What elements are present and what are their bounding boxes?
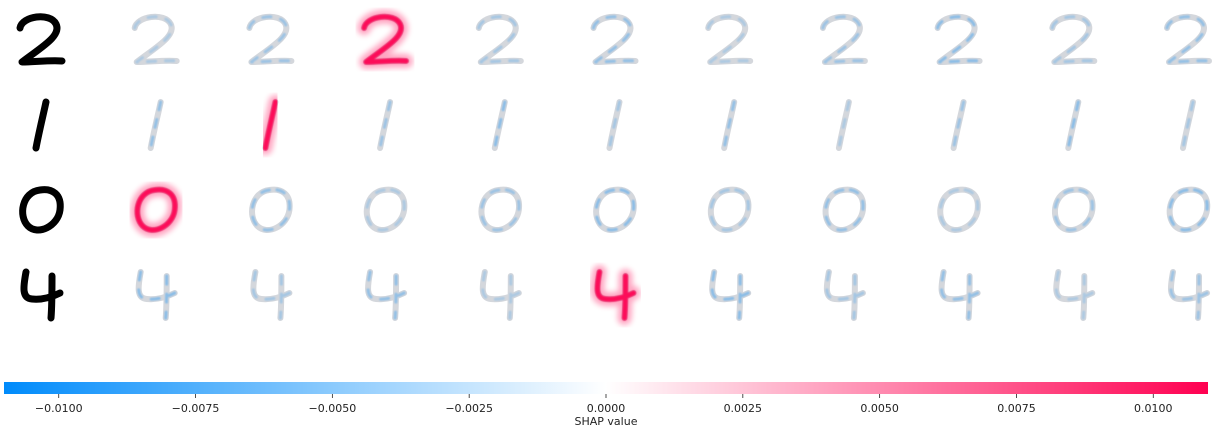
- image-grid: [16, 9, 1212, 325]
- shap-heatmap-cell: [365, 269, 408, 321]
- colorbar-axis-label: SHAP value: [575, 415, 638, 428]
- colorbar: −0.0100 −0.0075 −0.0050 −0.0025 0.0000 0.0025…: [4, 382, 1208, 428]
- shap-heatmap-cell: [246, 13, 295, 65]
- colorbar-tick-label: 0.0000: [587, 402, 626, 415]
- negative-attribution-stroke: [608, 100, 621, 150]
- negative-attribution-stroke: [378, 100, 392, 150]
- input-digit-stroke: [19, 186, 64, 234]
- shap-heatmap-cell: [1065, 99, 1082, 151]
- shap-heatmap-cell: [934, 13, 983, 65]
- negative-attribution-stroke: [837, 100, 851, 150]
- shap-heatmap-cell: [606, 99, 623, 151]
- input-digit-stroke: [20, 268, 64, 322]
- shap-heatmap-cell: [705, 13, 754, 65]
- shap-heatmap-cell: [938, 269, 981, 321]
- shap-heatmap-cell: [1049, 13, 1098, 65]
- input-digit-image: [16, 13, 66, 66]
- input-digit-image: [20, 268, 64, 322]
- shap-heatmap-cell: [823, 269, 866, 321]
- colorbar-tick-label: −0.0075: [172, 402, 220, 415]
- shap-heatmap-cell: [835, 99, 852, 151]
- shap-heatmap-cell: [250, 269, 293, 321]
- shap-heatmap-cell: [130, 182, 182, 237]
- shap-heatmap-cell: [707, 186, 752, 233]
- shap-heatmap-cell: [491, 99, 508, 151]
- shap-heatmap-cell: [593, 186, 637, 233]
- shap-heatmap-cell: [363, 186, 408, 233]
- colorbar-tick-label: 0.0025: [724, 402, 763, 415]
- shap-heatmap-cell: [249, 186, 293, 233]
- shap-image-plot: −0.0100 −0.0075 −0.0050 −0.0025 0.0000 0.0025…: [4, 9, 1212, 428]
- shap-heatmap-cell: [721, 99, 738, 151]
- negative-attribution-stroke: [493, 100, 507, 150]
- shap-heatmap-cell: [590, 13, 639, 65]
- colorbar-tick-label: −0.0025: [445, 402, 493, 415]
- shap-heatmap-cell: [1166, 186, 1211, 233]
- negative-attribution-stroke: [1181, 100, 1195, 150]
- shap-heatmap-cell: [135, 269, 178, 321]
- shap-heatmap-cell: [1180, 99, 1196, 151]
- shap-heatmap-cell: [1167, 269, 1210, 321]
- colorbar-gradient: [4, 382, 1208, 394]
- input-digit-stroke: [32, 98, 50, 152]
- shap-heatmap-cell: [357, 9, 414, 69]
- negative-attribution-stroke: [722, 100, 736, 150]
- shap-heatmap-cell: [1053, 269, 1096, 321]
- shap-heatmap-cell: [147, 99, 164, 151]
- colorbar-tick-label: 0.0100: [1134, 402, 1173, 415]
- negative-attribution-stroke: [1066, 100, 1080, 150]
- shap-heatmap-cell: [1051, 186, 1096, 233]
- colorbar-tick-label: −0.0050: [309, 402, 357, 415]
- shap-heatmap-cell: [822, 186, 867, 233]
- input-digit-image: [19, 186, 64, 234]
- shap-heatmap-cell: [819, 13, 868, 65]
- shap-heatmap-cell: [950, 99, 967, 151]
- shap-heatmap-cell: [1164, 13, 1212, 65]
- shap-heatmap-cell: [709, 269, 752, 321]
- shap-heatmap-cell: [590, 265, 641, 325]
- shap-heatmap-cell: [479, 269, 522, 321]
- colorbar-ticks: −0.0100 −0.0075 −0.0050 −0.0025 0.0000 0.0025…: [35, 394, 1173, 415]
- negative-attribution-stroke: [149, 100, 163, 150]
- shap-heatmap-cell: [937, 186, 981, 233]
- colorbar-tick-label: 0.0075: [997, 402, 1036, 415]
- shap-heatmap-cell: [377, 99, 394, 151]
- shap-heatmap-cell: [258, 95, 283, 155]
- colorbar-tick-label: 0.0050: [860, 402, 899, 415]
- shap-heatmap-cell: [131, 13, 180, 65]
- input-digit-image: [32, 98, 50, 152]
- input-digit-stroke: [16, 13, 66, 66]
- negative-attribution-stroke: [952, 100, 966, 150]
- shap-heatmap-cell: [478, 186, 523, 233]
- shap-heatmap-cell: [475, 13, 524, 65]
- colorbar-tick-label: −0.0100: [35, 402, 83, 415]
